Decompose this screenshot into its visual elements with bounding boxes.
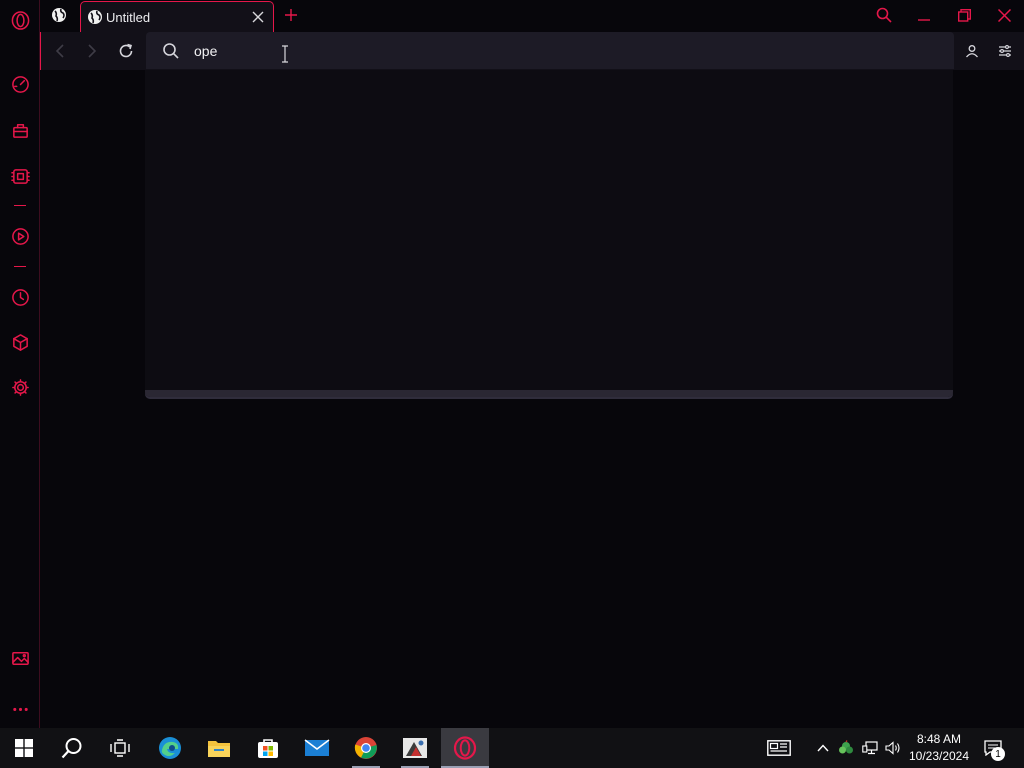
tab-title: Untitled [106,9,151,25]
sidebar-item-wallet[interactable] [8,164,32,188]
more-icon [12,707,28,711]
settings-icon [11,378,29,396]
store-icon [258,739,278,758]
taskbar-app-store[interactable] [244,728,292,768]
address-bar[interactable] [146,32,954,69]
app-icon [403,738,427,758]
taskbar-app-running[interactable] [391,728,439,768]
edge-icon [159,737,181,759]
toolbar [40,32,1024,70]
restore-button[interactable] [948,2,980,28]
close-window-button[interactable] [988,2,1020,28]
chevron-left-icon [55,44,64,58]
address-suggestions-dropdown [145,70,953,397]
text-cursor-icon [282,45,288,63]
sidebar-item-extensions[interactable] [8,330,32,354]
volume-button[interactable] [883,728,903,768]
tab-search-button[interactable] [868,2,900,28]
start-button[interactable] [0,728,48,768]
clock-date: 10/23/2024 [908,749,970,763]
taskbar-search-button[interactable] [48,728,96,768]
extensions-icon [12,333,28,351]
taskbar-app-opera-gx[interactable] [441,728,489,768]
easy-setup-icon [999,45,1011,57]
sidebar-separator [14,266,26,267]
mail-icon [304,739,330,756]
close-icon [252,11,264,23]
easy-setup-button[interactable] [994,40,1016,62]
globe-icon [88,10,102,24]
taskbar-app-edge[interactable] [146,728,194,768]
sidebar-item-bag[interactable] [8,118,32,142]
sidebar-more-button[interactable] [8,696,32,720]
sidebar [0,0,40,728]
workspace-button[interactable] [50,6,68,24]
chevron-right-icon [88,44,97,58]
sidebar-separator [14,205,26,206]
taskbar-app-chrome[interactable] [342,728,390,768]
taskbar-clock[interactable]: 8:48 AM 10/23/2024 [904,731,974,765]
file-explorer-icon [208,741,230,757]
notification-badge: 1 [991,747,1005,761]
volume-icon [885,741,900,755]
tray-app-icon [839,740,853,754]
opera-logo-icon [11,10,29,30]
plus-icon [285,9,297,21]
sidebar-item-pinboard[interactable] [8,646,32,670]
pinboard-icon [11,651,29,665]
back-button[interactable] [49,40,71,62]
task-view-button[interactable] [96,728,144,768]
network-button[interactable] [860,728,880,768]
tab-close-button[interactable] [247,6,269,28]
chrome-icon [354,737,377,759]
close-icon [997,8,1011,22]
tray-app-button[interactable] [836,728,856,768]
account-icon [966,45,978,58]
chevron-up-icon [817,744,829,752]
player-icon [11,227,29,245]
taskbar: 8:48 AM 10/23/2024 [0,728,1024,768]
clock-time: 8:48 AM [916,732,962,746]
sidebar-item-speed-dial[interactable] [8,72,32,96]
dropdown-footer-bar [145,390,953,397]
speed-dial-icon [11,75,29,93]
sidebar-item-player[interactable] [8,224,32,248]
tab-strip: Untitled [40,0,1024,32]
minimize-button[interactable] [908,2,940,28]
taskbar-app-mail[interactable] [293,728,341,768]
tab-untitled[interactable]: Untitled [80,1,274,32]
news-widget-button[interactable] [764,728,794,768]
restore-icon [957,8,971,22]
news-icon [767,740,791,756]
forward-button[interactable] [81,40,103,62]
history-icon [11,288,29,306]
search-icon [163,42,179,59]
account-button[interactable] [961,40,983,62]
sidebar-item-settings[interactable] [8,375,32,399]
reload-button[interactable] [115,40,137,62]
opera-menu-button[interactable] [8,8,32,32]
search-icon [876,7,892,23]
globe-icon [52,8,66,22]
show-hidden-icons-button[interactable] [812,728,834,768]
minimize-icon [918,19,930,21]
bag-icon [12,123,28,138]
start-icon [15,739,33,757]
search-icon [61,738,82,759]
opera-gx-icon [453,736,477,760]
sidebar-item-history[interactable] [8,285,32,309]
wallet-icon [10,168,30,184]
network-icon [862,741,878,755]
reload-icon [119,43,133,58]
task-view-icon [110,739,130,757]
taskbar-app-file-explorer[interactable] [195,728,243,768]
new-tab-button[interactable] [280,4,302,26]
